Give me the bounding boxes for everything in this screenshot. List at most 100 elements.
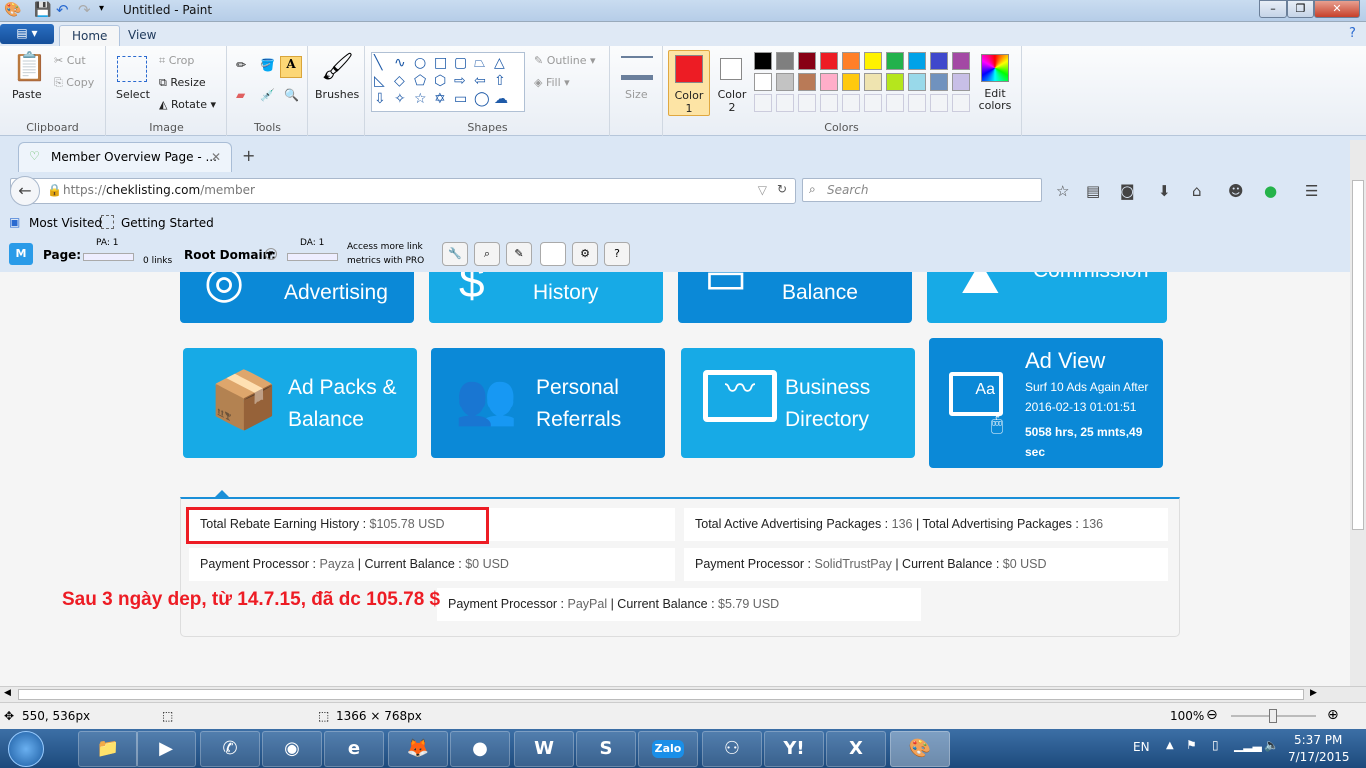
ad-view-card[interactable]: Aa 🖱 Ad View Surf 10 Ads Again After 201…	[929, 338, 1163, 468]
emoji-icon[interactable]: ☻	[1228, 182, 1244, 200]
outline-button[interactable]: ✎ Outline ▾	[534, 54, 596, 67]
whatsapp-icon[interactable]: ●	[1264, 182, 1277, 200]
shape-6[interactable]: △	[494, 55, 514, 73]
shape-17[interactable]: ✡	[434, 91, 454, 109]
redo-icon[interactable]: ↷	[78, 1, 91, 19]
wrench-icon[interactable]: 🔧	[442, 242, 468, 266]
advertising-card[interactable]: ◎ Advertising	[180, 272, 414, 323]
clock-time[interactable]: 5:37 PM	[1294, 733, 1342, 747]
maximize-button[interactable]: ❐	[1287, 0, 1314, 18]
downloads-icon[interactable]: ⬇	[1158, 182, 1171, 200]
zoom-slider[interactable]	[1231, 709, 1316, 723]
shape-18[interactable]: ▭	[454, 91, 474, 109]
taskbar-chrome-icon[interactable]: ◉	[262, 731, 322, 767]
battery-icon[interactable]: ▯	[1212, 738, 1219, 752]
shape-13[interactable]: ⇧	[494, 73, 514, 91]
hscroll-thumb[interactable]	[18, 689, 1304, 700]
magnifier-icon[interactable]: 🔍	[284, 88, 299, 102]
brushes-button[interactable]: Brushes	[315, 88, 359, 101]
copy-button[interactable]: ⎘ Copy	[54, 76, 94, 90]
shape-8[interactable]: ◇	[394, 73, 414, 91]
taskbar-word-icon[interactable]: W	[514, 731, 574, 767]
taskbar-ie-icon[interactable]: e	[324, 731, 384, 767]
commission-card[interactable]: ⛰ Commission	[927, 272, 1167, 323]
tab-home[interactable]: Home	[59, 25, 121, 46]
network-flag-icon[interactable]: ⚑	[1186, 738, 1197, 752]
taskbar-zalo-icon[interactable]: Zalo	[638, 731, 698, 767]
tab-close-icon[interactable]: ✕	[211, 150, 221, 164]
select-icon[interactable]	[117, 56, 147, 82]
undo-icon[interactable]: ↶	[56, 1, 69, 19]
new-tab-button[interactable]: +	[242, 146, 255, 165]
close-button[interactable]: ✕	[1314, 0, 1360, 18]
taskbar-skype-icon[interactable]: S	[576, 731, 636, 767]
shape-11[interactable]: ⇨	[454, 73, 474, 91]
taskbar-paint-icon[interactable]: 🎨	[890, 731, 950, 767]
shape-20[interactable]: ☁	[494, 91, 514, 109]
shape-19[interactable]: ◯	[474, 91, 494, 109]
magnifier-icon[interactable]: ⌕	[474, 242, 500, 266]
color-picker-icon[interactable]: 💉	[260, 88, 275, 102]
minimize-button[interactable]: –	[1259, 0, 1287, 18]
shape-7[interactable]: ◺	[374, 73, 394, 91]
show-hidden-icons[interactable]: ▲	[1166, 740, 1174, 751]
help-icon[interactable]: ?	[1349, 26, 1356, 41]
personal-referrals-card[interactable]: 👥 Personal Referrals	[431, 348, 665, 458]
taskbar-media-icon[interactable]: ▶	[136, 731, 196, 767]
rotate-button[interactable]: ◭ Rotate ▾	[159, 98, 216, 111]
eraser-icon[interactable]: ▰	[236, 88, 245, 102]
save-icon[interactable]: 💾	[34, 2, 51, 18]
file-menu-button[interactable]: ▤ ▾	[0, 24, 54, 44]
shape-2[interactable]: ○	[414, 55, 434, 73]
taskbar-excel-icon[interactable]: X	[826, 731, 886, 767]
taskbar-yahoo-icon[interactable]: Y!	[764, 731, 824, 767]
size-button[interactable]: Size	[625, 88, 648, 101]
crop-button[interactable]: ⌗ Crop	[159, 54, 194, 68]
vertical-scrollbar[interactable]	[1350, 140, 1366, 686]
select-button[interactable]: Select	[116, 88, 150, 101]
fill-bucket-icon[interactable]: 🪣	[260, 58, 275, 72]
pro-line1[interactable]: Access more link	[347, 242, 423, 252]
blank-button[interactable]	[540, 242, 566, 266]
ad-packs-card[interactable]: 📦 Ad Packs & Balance	[183, 348, 417, 458]
history-card[interactable]: $ History	[429, 272, 663, 323]
shape-15[interactable]: ✧	[394, 91, 414, 109]
shape-1[interactable]: ∿	[394, 55, 414, 73]
paste-icon[interactable]: 📋	[12, 50, 47, 83]
taskbar-firefox-icon[interactable]: 🦊	[388, 731, 448, 767]
paste-button[interactable]: Paste	[12, 88, 42, 101]
home-icon[interactable]: ⌂	[1192, 182, 1202, 200]
pocket-icon[interactable]: ◙	[1120, 182, 1135, 200]
root-domain-dropdown[interactable]: ▾	[265, 248, 277, 260]
pro-line2[interactable]: metrics with PRO	[347, 256, 424, 266]
business-directory-card[interactable]: 〰 Business Directory	[681, 348, 915, 458]
shape-12[interactable]: ⇦	[474, 73, 494, 91]
browser-tab[interactable]: ♡ Member Overview Page - ... ✕	[18, 142, 232, 172]
taskbar-gom-icon[interactable]: ●	[450, 731, 510, 767]
horizontal-scrollbar[interactable]: ◀ ▶	[0, 686, 1366, 702]
zoom-slider-thumb[interactable]	[1269, 709, 1277, 723]
scroll-thumb[interactable]	[1352, 180, 1364, 530]
tab-view[interactable]: View	[116, 25, 168, 46]
resize-button[interactable]: ⧉ Resize	[159, 76, 206, 90]
taskbar-viber-icon[interactable]: ✆	[200, 731, 260, 767]
url-bar[interactable]: ← 🔒 https://cheklisting.com/member ▽ ↻	[10, 176, 796, 206]
text-tool-icon[interactable]: A	[280, 56, 302, 78]
shape-5[interactable]: ⏢	[474, 55, 494, 73]
shape-9[interactable]: ⬠	[414, 73, 434, 91]
balance-card[interactable]: ▭ Balance	[678, 272, 912, 323]
moz-logo-icon[interactable]: M	[9, 243, 33, 265]
brush-icon[interactable]: 🖌	[321, 52, 354, 82]
pencil-icon[interactable]: ✏	[236, 58, 246, 72]
quick-access-dropdown-icon[interactable]: ▾	[99, 3, 104, 14]
help-icon[interactable]: ?	[604, 242, 630, 266]
signal-icon[interactable]: ▁▂▃	[1234, 738, 1262, 752]
shape-16[interactable]: ☆	[414, 91, 434, 109]
gear-icon[interactable]: ⚙	[572, 242, 598, 266]
cut-button[interactable]: ✂ Cut	[54, 54, 86, 67]
shape-10[interactable]: ⬡	[434, 73, 454, 91]
highlighter-icon[interactable]: ✎	[506, 242, 532, 266]
fill-button[interactable]: ◈ Fill ▾	[534, 76, 570, 89]
bookmark-most-visited[interactable]: Most Visited	[29, 216, 102, 230]
shape-14[interactable]: ⇩	[374, 91, 394, 109]
